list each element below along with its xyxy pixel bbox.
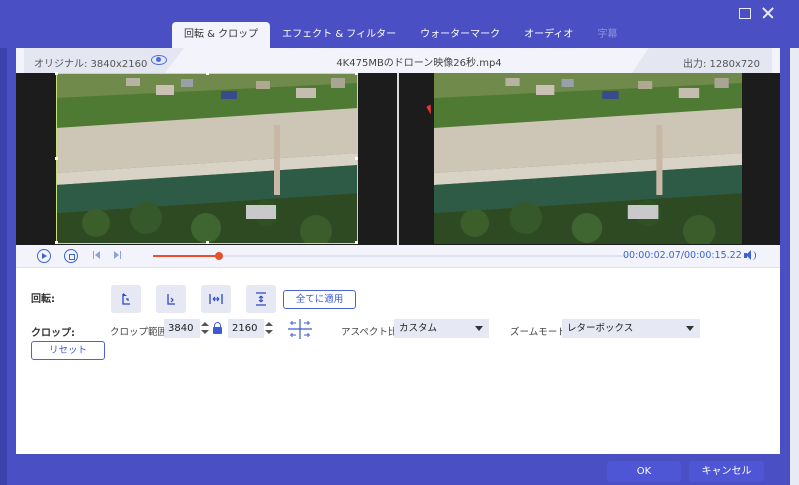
edit-tabs: 回転 & クロップ エフェクト & フィルター ウォーターマーク オーディオ 字… xyxy=(172,22,629,48)
close-icon[interactable] xyxy=(759,4,777,22)
zoom-mode-label: ズームモード: xyxy=(510,327,570,338)
output-resolution: 出力: 1280x720 xyxy=(682,59,760,70)
seek-bar-thumb[interactable] xyxy=(215,252,224,260)
stop-icon[interactable] xyxy=(64,249,78,263)
chevron-down-icon xyxy=(686,326,694,331)
output-preview xyxy=(434,73,742,244)
rotate-left-icon xyxy=(122,293,130,305)
right-edge xyxy=(790,48,799,485)
info-bar: オリジナル: 3840x2160 4K475MBのドローン映像26秒.mp4 出… xyxy=(24,48,772,73)
seek-bar[interactable] xyxy=(153,252,627,260)
flip-vertical-icon xyxy=(256,292,266,306)
crop-handle[interactable] xyxy=(355,72,358,75)
tab-watermark[interactable]: ウォーターマーク xyxy=(408,22,512,48)
preview-area xyxy=(16,72,780,245)
crop-width-input[interactable]: 3840 xyxy=(164,319,200,338)
zoom-mode-value: レターボックス xyxy=(567,323,634,334)
file-name: 4K475MBのドローン映像26秒.mp4 xyxy=(336,58,502,69)
crop-dialog: 回転 & クロップ エフェクト & フィルター ウォーターマーク オーディオ 字… xyxy=(0,0,799,485)
left-edge xyxy=(0,48,7,485)
current-time: 00:00:02.07 xyxy=(623,250,681,261)
tab-rotate-crop[interactable]: 回転 & クロップ xyxy=(172,22,271,48)
crop-handle[interactable] xyxy=(55,241,58,244)
crop-range-label: クロップ範囲: xyxy=(110,327,171,338)
crop-handle[interactable] xyxy=(55,72,58,75)
tab-audio[interactable]: オーディオ xyxy=(512,22,585,48)
seek-bar-progress xyxy=(153,255,220,257)
flip-horizontal-icon xyxy=(209,294,223,304)
playback-controls: 00:00:02.07/00:00:15.22 xyxy=(16,245,780,267)
center-crop-icon[interactable] xyxy=(287,318,313,340)
play-icon[interactable] xyxy=(37,249,51,263)
rotation-label: 回転: xyxy=(31,294,55,305)
crop-height-input[interactable]: 2160 xyxy=(228,319,264,338)
eye-icon[interactable] xyxy=(151,55,167,65)
next-frame-icon[interactable] xyxy=(112,249,126,263)
crop-handle[interactable] xyxy=(355,241,358,244)
maximize-icon[interactable] xyxy=(735,4,753,22)
crop-handle[interactable] xyxy=(355,157,358,160)
rotate-right-button[interactable] xyxy=(156,285,186,313)
crop-frame[interactable] xyxy=(55,72,358,244)
cancel-button[interactable]: キャンセル xyxy=(689,461,764,482)
main-panel: オリジナル: 3840x2160 4K475MBのドローン映像26秒.mp4 出… xyxy=(16,48,780,454)
crop-label: クロップ: xyxy=(31,328,75,339)
flip-horizontal-button[interactable] xyxy=(201,285,231,313)
rotate-left-button[interactable] xyxy=(111,285,141,313)
aspect-ratio-select[interactable]: カスタム xyxy=(394,319,489,338)
apply-all-button[interactable]: 全てに適用 xyxy=(283,290,356,309)
preview-divider xyxy=(397,73,399,245)
aspect-ratio-value: カスタム xyxy=(399,323,438,334)
reset-button[interactable]: リセット xyxy=(31,341,105,360)
chevron-down-icon xyxy=(475,326,483,331)
tab-subtitles[interactable]: 字幕 xyxy=(585,22,629,48)
settings-area: 回転: 全てに適用 クロップ: クロップ範囲: 3840 2160 アスペクト比… xyxy=(16,268,780,454)
flip-vertical-button[interactable] xyxy=(246,285,276,313)
ok-button[interactable]: OK xyxy=(607,461,681,482)
previous-frame-icon[interactable] xyxy=(91,249,105,263)
crop-handle[interactable] xyxy=(55,157,58,160)
crop-width-stepper[interactable] xyxy=(200,319,210,338)
drone-footage-output-image xyxy=(434,73,742,244)
lock-icon[interactable] xyxy=(213,322,223,334)
dialog-footer: OK キャンセル xyxy=(0,454,799,485)
aspect-ratio-label: アスペクト比: xyxy=(341,327,401,338)
original-resolution: オリジナル: 3840x2160 xyxy=(34,59,148,70)
crop-handle[interactable] xyxy=(206,72,209,75)
time-display: 00:00:02.07/00:00:15.22 xyxy=(623,250,742,261)
zoom-mode-select[interactable]: レターボックス xyxy=(562,319,700,338)
tab-effects-filters[interactable]: エフェクト & フィルター xyxy=(270,22,408,48)
total-time: /00:00:15.22 xyxy=(680,250,742,261)
rotate-right-icon xyxy=(167,294,175,305)
crop-handle[interactable] xyxy=(206,241,209,244)
crop-height-stepper[interactable] xyxy=(264,319,274,338)
